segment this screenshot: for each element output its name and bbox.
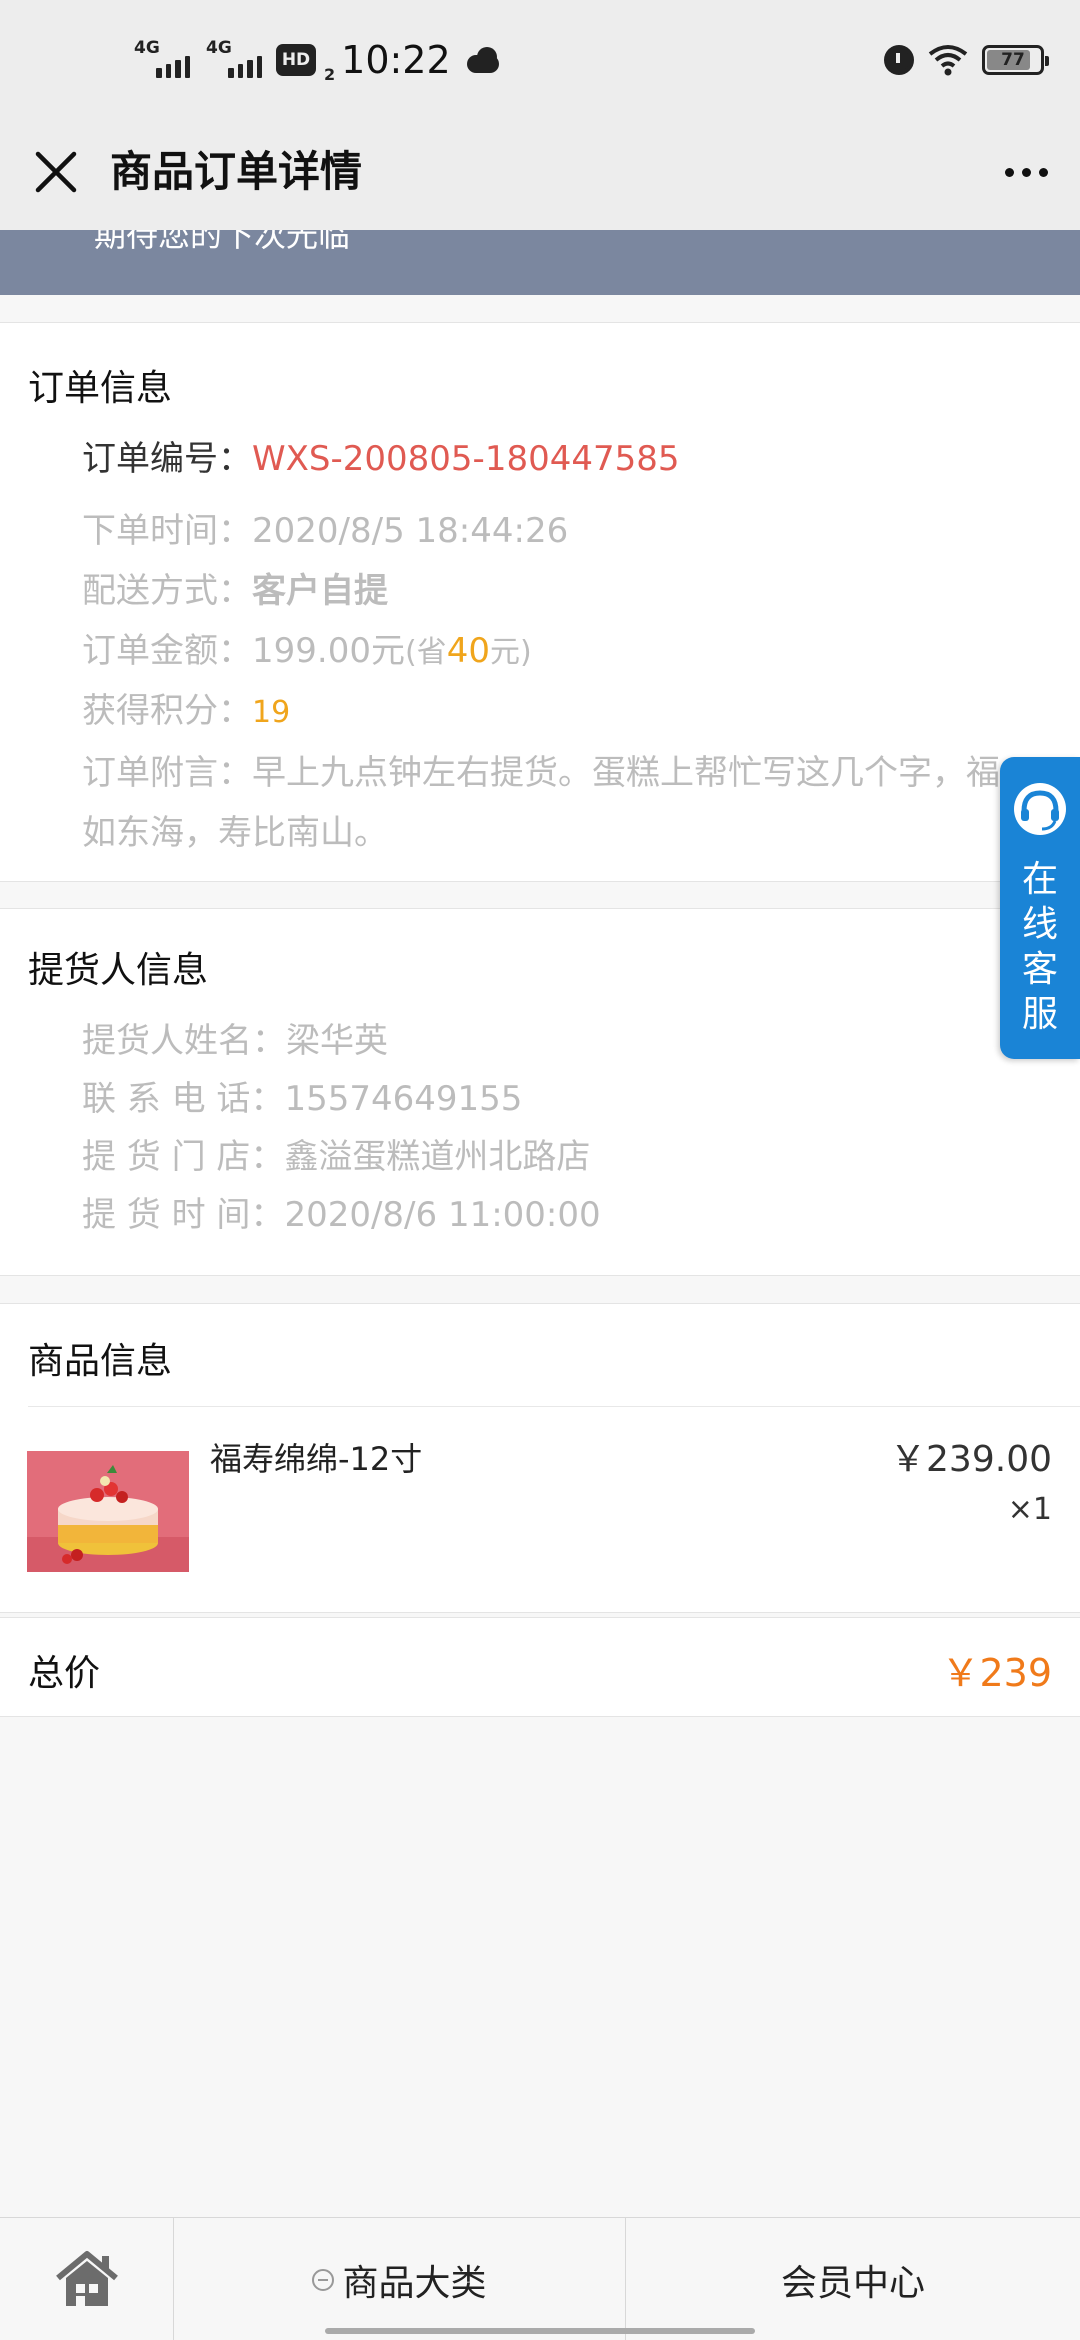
tab-category-label: 商品大类 bbox=[342, 2262, 487, 2304]
signal-label: 4G bbox=[134, 38, 160, 58]
home-icon bbox=[56, 2251, 118, 2306]
note-row: 订单附言：早上九点钟左右提货。蛋糕上帮忙写这几个字，福如东海，寿比南山。 bbox=[82, 743, 1002, 863]
product-image[interactable] bbox=[27, 1451, 189, 1572]
save-amount: 40 bbox=[446, 631, 490, 671]
pickup-info-title: 提货人信息 bbox=[28, 950, 209, 991]
amount-value: 199.00元 bbox=[252, 631, 405, 671]
gesture-bar[interactable] bbox=[325, 2328, 755, 2334]
product-quantity: ×1 bbox=[1007, 1492, 1052, 1527]
nav-bar: 商品订单详情 bbox=[0, 118, 1080, 230]
order-number-row: 订单编号：WXS-200805-180447585 bbox=[82, 431, 680, 480]
pickup-store-value: 鑫溢蛋糕道州北路店 bbox=[284, 1137, 591, 1177]
banner-text: 期待您的下次光临 bbox=[94, 230, 351, 254]
points-label: 获得积分： bbox=[82, 691, 252, 731]
divider bbox=[28, 1406, 1080, 1407]
order-info-title: 订单信息 bbox=[28, 368, 173, 409]
status-left: 4G 4G HD 2 10:22 bbox=[132, 36, 501, 84]
order-time-value: 2020/8/5 18:44:26 bbox=[252, 511, 569, 551]
hd-icon: HD bbox=[276, 44, 316, 76]
tab-member-label: 会员中心 bbox=[780, 2262, 925, 2304]
online-service-label: 在线客服 bbox=[1021, 859, 1058, 1035]
pickup-store-row: 提 货 门 店：鑫溢蛋糕道州北路店 bbox=[82, 1129, 590, 1178]
product-price: ￥239.00 bbox=[890, 1439, 1052, 1480]
product-info-title: 商品信息 bbox=[28, 1341, 173, 1382]
status-banner: 期待您的下次光临 bbox=[0, 230, 1080, 295]
amount-label: 订单金额： bbox=[82, 631, 252, 671]
status-bar: 4G 4G HD 2 10:22 77 bbox=[0, 0, 1080, 118]
pickup-name-label: 提货人姓名： bbox=[82, 1021, 286, 1061]
order-number-value: WXS-200805-180447585 bbox=[252, 439, 680, 479]
delivery-row: 配送方式：客户自提 bbox=[82, 563, 388, 612]
order-time-label: 下单时间： bbox=[82, 511, 252, 551]
pickup-name-row: 提货人姓名：梁华英 bbox=[82, 1013, 388, 1062]
online-service-button[interactable]: 在线客服 bbox=[1000, 757, 1080, 1059]
signal-icon: 4G bbox=[132, 38, 190, 78]
wifi-icon bbox=[928, 45, 968, 76]
pickup-name-value: 梁华英 bbox=[286, 1021, 388, 1061]
product-info-section: 商品信息 福寿绵绵-12寸 ￥239.00 ×1 bbox=[0, 1303, 1080, 1613]
delivery-label: 配送方式： bbox=[82, 571, 252, 611]
amount-row: 订单金额：199.00元(省40元) bbox=[82, 623, 532, 672]
hd-sub-label: 2 bbox=[324, 65, 336, 84]
cloud-icon bbox=[465, 47, 501, 73]
pickup-time-row: 提 货 时 间：2020/8/6 11:00:00 bbox=[82, 1187, 601, 1236]
total-label: 总价 bbox=[28, 1653, 101, 1694]
status-time: 10:22 bbox=[341, 38, 451, 82]
signal-icon-2: 4G bbox=[204, 38, 262, 78]
total-section: 总价 ￥239 bbox=[0, 1617, 1080, 1717]
bottom-tab-bar: 商品大类 会员中心 bbox=[0, 2217, 1080, 2340]
alarm-icon bbox=[884, 45, 914, 75]
save-prefix: (省 bbox=[404, 635, 447, 670]
order-number-label: 订单编号： bbox=[82, 439, 252, 479]
battery-level: 77 bbox=[1001, 50, 1025, 70]
pickup-time-value: 2020/8/6 11:00:00 bbox=[284, 1195, 601, 1235]
tab-home[interactable] bbox=[0, 2218, 174, 2340]
category-icon bbox=[312, 2268, 335, 2291]
tab-category[interactable]: 商品大类 bbox=[174, 2218, 626, 2340]
more-icon[interactable] bbox=[994, 140, 1058, 204]
tab-member-center[interactable]: 会员中心 bbox=[626, 2218, 1080, 2340]
note-label: 订单附言： bbox=[82, 753, 252, 793]
pickup-phone-value[interactable]: 15574649155 bbox=[284, 1079, 522, 1119]
pickup-phone-label: 联 系 电 话： bbox=[82, 1079, 285, 1119]
order-time-row: 下单时间：2020/8/5 18:44:26 bbox=[82, 503, 568, 552]
close-icon[interactable] bbox=[24, 140, 88, 204]
points-value: 19 bbox=[252, 695, 291, 730]
battery-icon: 77 bbox=[982, 45, 1049, 75]
pickup-phone-row: 联 系 电 话：15574649155 bbox=[82, 1071, 522, 1120]
total-value: ￥239 bbox=[941, 1651, 1052, 1695]
points-row: 获得积分：19 bbox=[82, 683, 290, 732]
signal-label-2: 4G bbox=[206, 38, 232, 58]
order-info-section: 订单信息 订单编号：WXS-200805-180447585 下单时间：2020… bbox=[0, 322, 1080, 882]
pickup-store-label: 提 货 门 店： bbox=[82, 1137, 285, 1177]
page-title: 商品订单详情 bbox=[110, 147, 363, 196]
status-right: 77 bbox=[884, 40, 1049, 80]
product-name[interactable]: 福寿绵绵-12寸 bbox=[210, 1434, 422, 1480]
pickup-info-section: 提货人信息 提货人姓名：梁华英 联 系 电 话：15574649155 提 货 … bbox=[0, 908, 1080, 1276]
pickup-time-label: 提 货 时 间： bbox=[82, 1195, 285, 1235]
delivery-value: 客户自提 bbox=[252, 571, 388, 611]
save-suffix: 元) bbox=[489, 635, 532, 670]
headset-icon bbox=[1014, 783, 1066, 835]
